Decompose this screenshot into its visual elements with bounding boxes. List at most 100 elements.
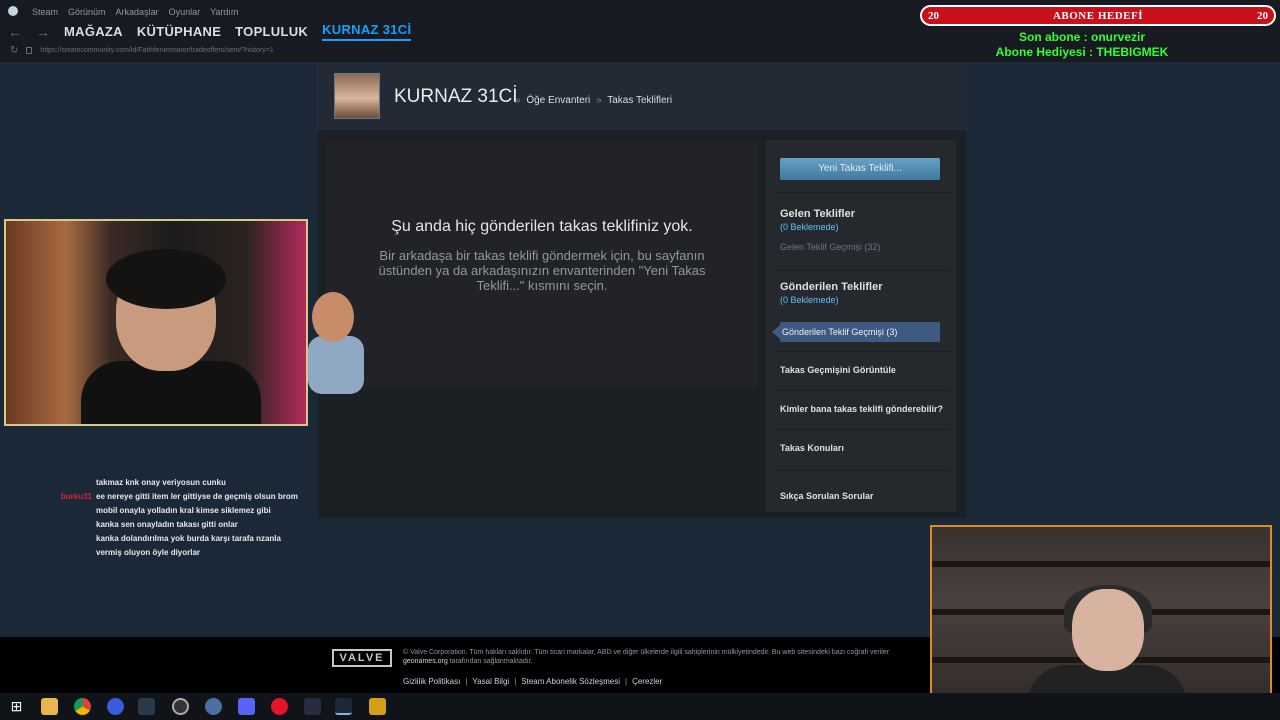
avatar[interactable] — [334, 73, 380, 119]
overlay-sticker — [306, 274, 366, 414]
forward-arrow-icon[interactable]: → — [36, 24, 50, 40]
divider — [774, 429, 950, 430]
file-explorer-icon[interactable] — [41, 698, 58, 715]
trade-sidebar: Yeni Takas Teklifi... Gelen Teklifler (0… — [766, 140, 956, 512]
divider — [774, 192, 950, 193]
discord-icon[interactable] — [238, 698, 255, 715]
trade-history-link[interactable]: Takas Geçmişini Görüntüle — [780, 365, 896, 375]
webcam-person-hair — [106, 249, 226, 309]
steam-menu-bar: Steam Görünüm Arkadaşlar Oyunlar Yardım — [8, 6, 238, 18]
app-round-icon[interactable] — [205, 698, 222, 715]
menu-view[interactable]: Görünüm — [68, 7, 106, 17]
chat-username — [30, 532, 92, 560]
incoming-offers-section: Gelen Teklifler (0 Beklemede) Gelen Tekl… — [780, 208, 948, 252]
chat-username — [30, 476, 92, 490]
windows-taskbar: ⊞ — [0, 693, 1280, 720]
valve-logo[interactable]: VALVE — [332, 649, 392, 667]
nav-store[interactable]: MAĞAZA — [64, 24, 123, 39]
obs-icon[interactable] — [172, 698, 189, 715]
menu-help[interactable]: Yardım — [210, 7, 238, 17]
nav-library[interactable]: KÜTÜPHANE — [137, 24, 221, 39]
copyright-text: © Valve Corporation. Tüm hakları saklıdı… — [403, 649, 890, 665]
subscriber-goal-bar: 20 ABONE HEDEFİ 20 — [920, 5, 1276, 26]
nav-profile[interactable]: KURNAZ 31Cİ — [322, 22, 412, 41]
chat-message: kanka sen onayladın takası gitti onlar — [30, 518, 300, 532]
divider — [774, 470, 950, 471]
breadcrumb: » Öğe Envanteri » Takas Teklifleri — [515, 95, 673, 106]
browser-icon[interactable] — [107, 698, 124, 715]
chat-message: mobil onayla yolladın kral kimse sikleme… — [30, 504, 300, 518]
divider — [774, 390, 950, 391]
subscriber-info: Son abone : onurvezir Abone Hediyesi : T… — [972, 30, 1192, 60]
subscriber-agreement-link[interactable]: Steam Abonelik Sözleşmesi — [521, 677, 620, 686]
chat-message: kanka dolandırılma yok burda karşı taraf… — [30, 532, 300, 560]
url-text[interactable]: https://steamcommunity.com/id/Fatihfenim… — [40, 47, 273, 54]
chat-text: ee nereye gitti item ler gittiyse de geç… — [96, 492, 298, 501]
chat-username — [30, 504, 92, 518]
legal-link[interactable]: Yasal Bilgi — [472, 677, 509, 686]
trade-offers-content: Şu anda hiç gönderilen takas teklifiniz … — [318, 130, 966, 518]
url-bar: ↻ https://steamcommunity.com/id/Fatihfen… — [10, 45, 274, 56]
stream-chat: takmaz knk onay veriyosun cunku burku31 … — [30, 476, 300, 560]
goal-current: 20 — [928, 9, 939, 22]
streamer-webcam-right — [930, 525, 1272, 720]
incoming-history-link[interactable]: Gelen Teklif Geçmişi (32) — [780, 242, 948, 252]
menu-friends[interactable]: Arkadaşlar — [116, 7, 159, 17]
webcam-person-face — [1072, 589, 1144, 671]
breadcrumb-inventory[interactable]: Öğe Envanteri — [526, 95, 590, 106]
faq-link[interactable]: Sıkça Sorulan Sorular — [780, 491, 874, 501]
windows-icon[interactable]: ⊞ — [8, 698, 25, 715]
privacy-link[interactable]: Gizlilik Politikası — [403, 677, 460, 686]
sent-offers-section: Gönderilen Teklifler (0 Beklemede) — [780, 281, 948, 305]
app-icon[interactable] — [138, 698, 155, 715]
last-subscriber: Son abone : onurvezir — [1018, 30, 1145, 44]
profile-name[interactable]: KURNAZ 31Cİ — [394, 86, 518, 108]
sticker-head — [312, 292, 354, 342]
app-k-icon[interactable] — [369, 698, 386, 715]
geonames-link[interactable]: geonames.org — [403, 658, 448, 665]
sticker-shirt — [308, 336, 364, 394]
new-trade-offer-button[interactable]: Yeni Takas Teklifi... — [780, 158, 940, 180]
sent-history-link[interactable]: Gönderilen Teklif Geçmişi (3) — [772, 322, 940, 342]
steam-nav: ← → MAĞAZA KÜTÜPHANE TOPLULUK KURNAZ 31C… — [8, 22, 412, 41]
opera-icon[interactable] — [271, 698, 288, 715]
streamer-webcam-left — [4, 219, 308, 426]
menu-steam[interactable]: Steam — [32, 7, 58, 17]
chat-text: kanka dolandırılma yok burda karşı taraf… — [96, 534, 281, 557]
back-arrow-icon[interactable]: ← — [8, 24, 22, 40]
sent-offers-title[interactable]: Gönderilen Teklifler — [780, 281, 948, 293]
sub-gift: Abone Hediyesi : THEBIGMEK — [995, 45, 1169, 59]
breadcrumb-trade-offers[interactable]: Takas Teklifleri — [607, 95, 672, 106]
incoming-offers-title[interactable]: Gelen Teklifler — [780, 208, 948, 220]
divider — [774, 270, 950, 271]
steam-icon[interactable] — [335, 698, 352, 715]
footer-links: Gizlilik Politikası | Yasal Bilgi | Stea… — [403, 677, 663, 686]
empty-state: Şu anda hiç gönderilen takas teklifiniz … — [326, 140, 758, 386]
goal-target: 20 — [1256, 9, 1268, 22]
chat-username — [30, 518, 92, 532]
cookies-link[interactable]: Çerezler — [632, 677, 662, 686]
nav-community[interactable]: TOPLULUK — [235, 24, 308, 39]
app-ae-icon[interactable] — [304, 698, 321, 715]
steam-logo-icon — [8, 6, 22, 18]
chat-text: takmaz knk onay veriyosun cunku — [96, 478, 226, 487]
chat-message: burku31 ee nereye gitti item ler gittiys… — [30, 490, 300, 504]
empty-description: Bir arkadaşa bir takas teklifi göndermek… — [378, 248, 706, 293]
goal-title: ABONE HEDEFİ — [1052, 9, 1144, 22]
refresh-icon[interactable]: ↻ — [10, 45, 18, 56]
chat-text: kanka sen onayladın takası gitti onlar — [96, 520, 238, 529]
chat-message: takmaz knk onay veriyosun cunku — [30, 476, 300, 490]
sent-pending: (0 Beklemede) — [780, 295, 839, 305]
incoming-pending: (0 Beklemede) — [780, 222, 839, 232]
trade-topics-link[interactable]: Takas Konuları — [780, 443, 844, 453]
chrome-icon[interactable] — [74, 698, 91, 715]
chat-username: burku31 — [60, 492, 92, 501]
empty-title: Şu anda hiç gönderilen takas teklifiniz … — [391, 218, 693, 235]
shelf — [932, 561, 1270, 567]
divider — [774, 351, 950, 352]
menu-games[interactable]: Oyunlar — [169, 7, 201, 17]
lock-icon — [26, 47, 33, 54]
profile-header: KURNAZ 31Cİ » Öğe Envanteri » Takas Tekl… — [316, 62, 968, 130]
who-can-send-link[interactable]: Kimler bana takas teklifi gönderebilir? — [780, 404, 943, 414]
chat-text: mobil onayla yolladın kral kimse sikleme… — [96, 506, 271, 515]
